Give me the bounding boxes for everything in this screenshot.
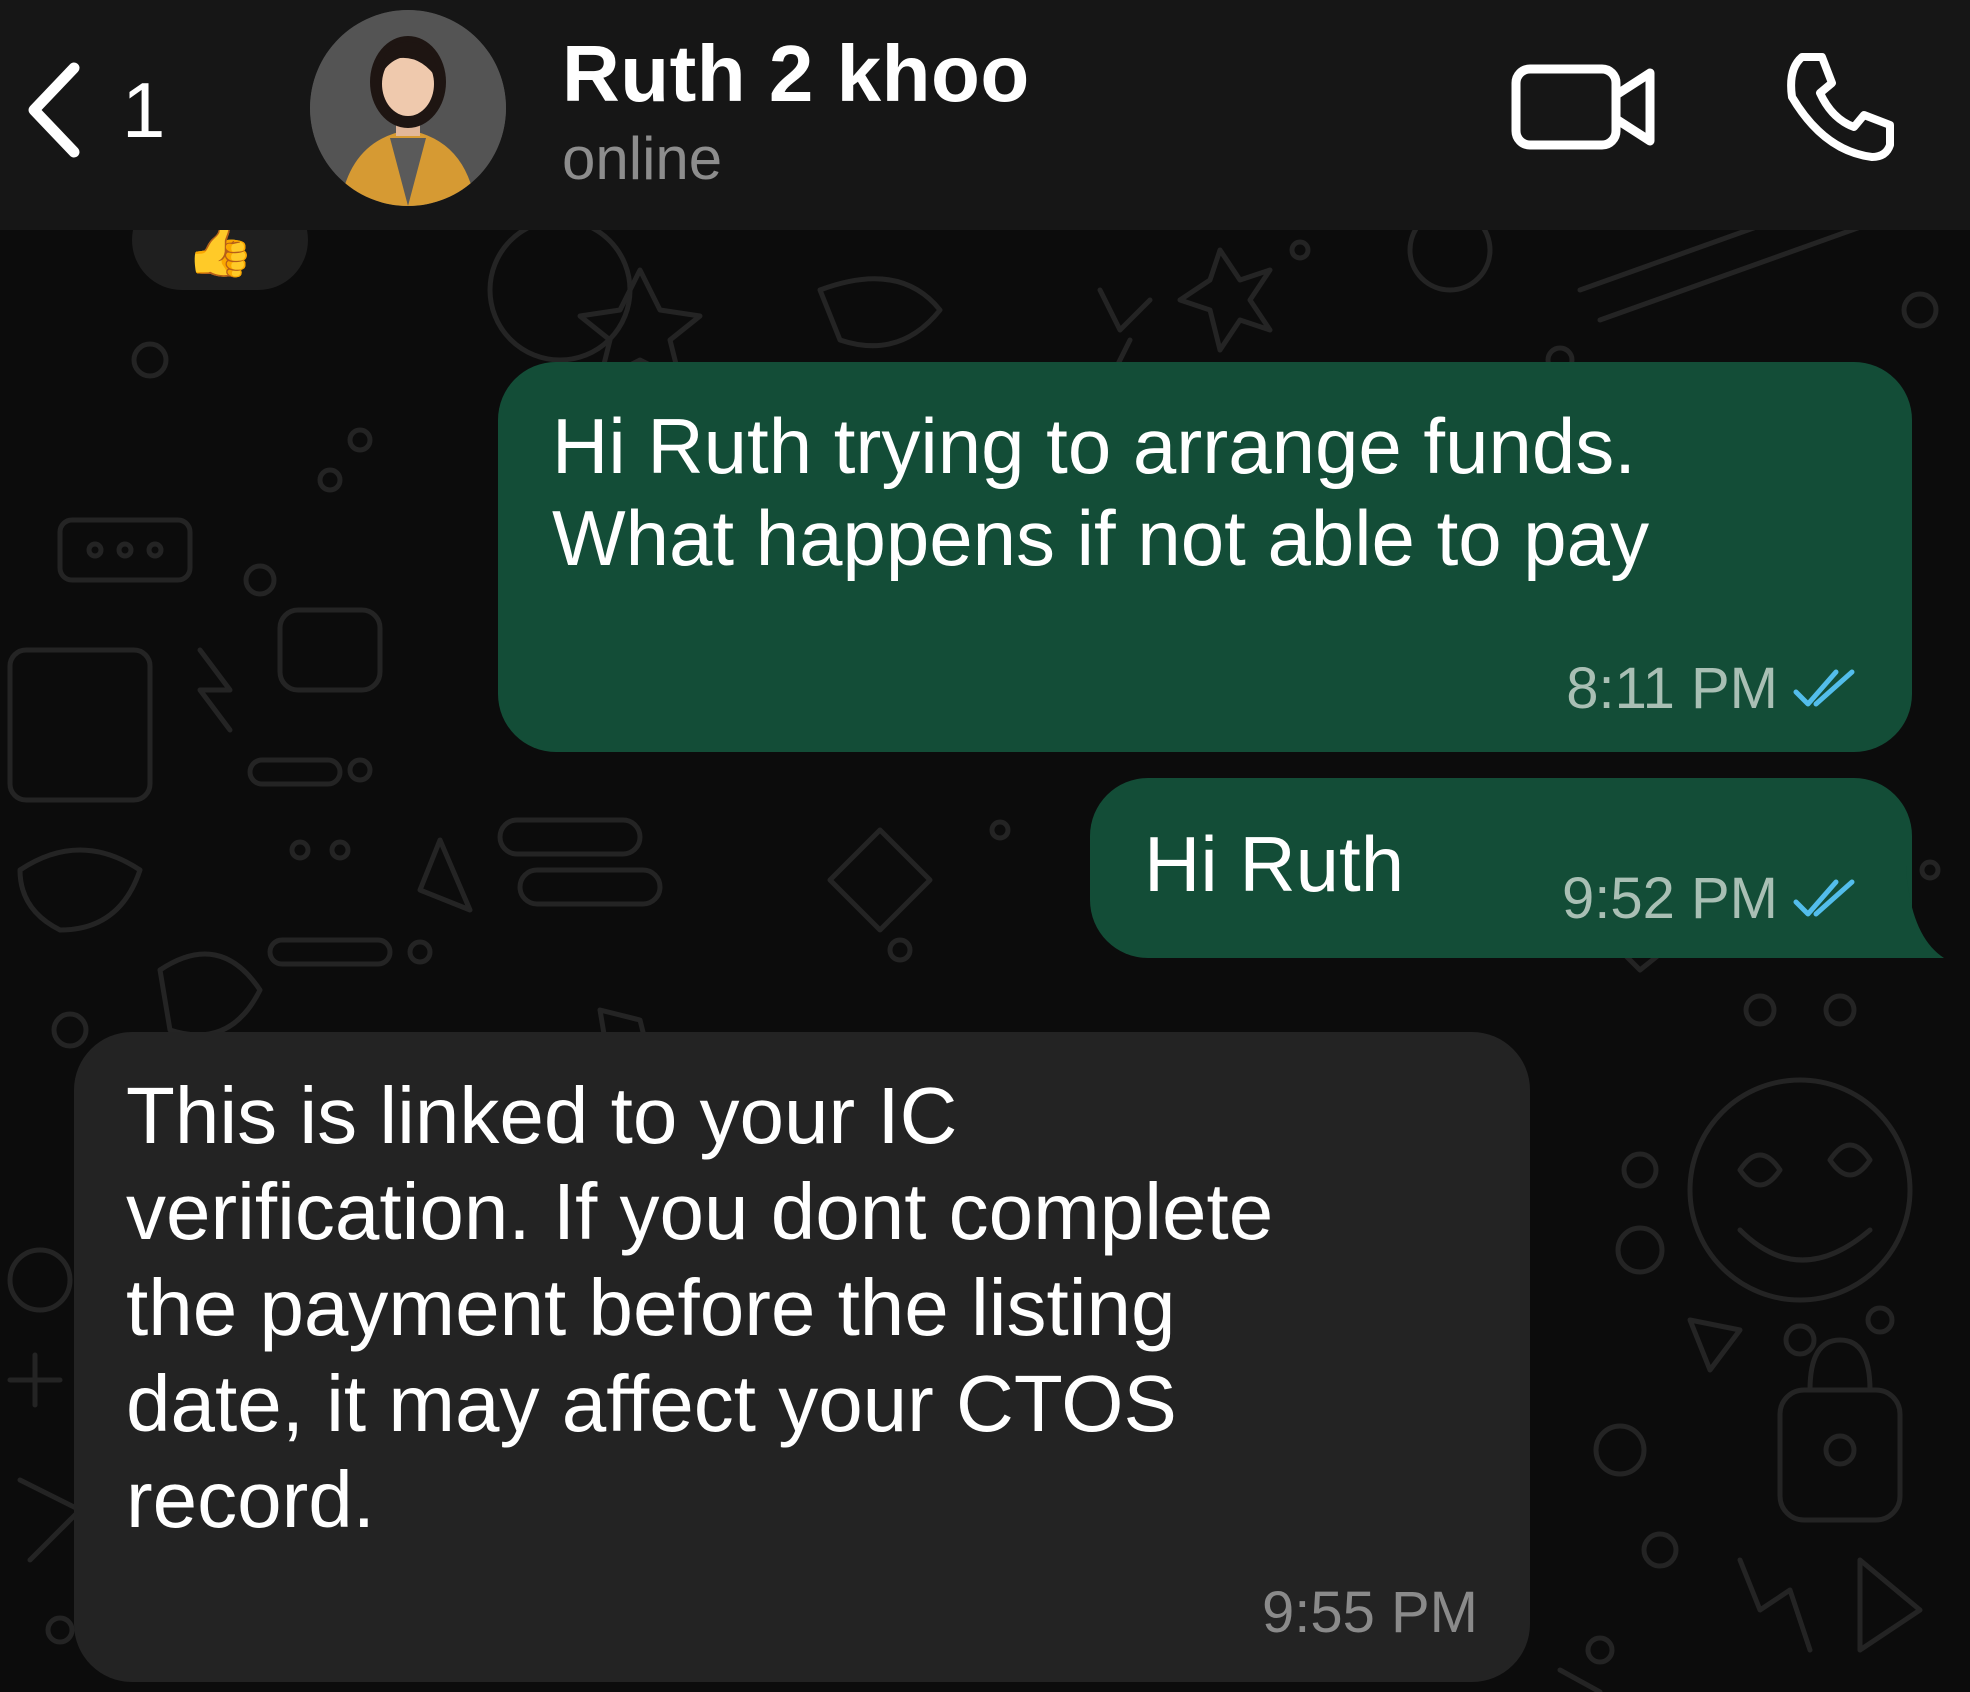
voice-call-button[interactable] <box>1780 45 1900 165</box>
avatar[interactable] <box>310 10 506 206</box>
phone-icon <box>1787 53 1894 161</box>
message-meta: 8:11 PM <box>1566 660 1862 718</box>
message-meta: 9:52 PM <box>1562 870 1862 928</box>
message-reaction[interactable]: 👍 <box>132 230 308 290</box>
message-incoming[interactable]: This is linked to your IC verification. … <box>74 1032 1530 1682</box>
unread-count: 1 <box>122 66 166 154</box>
chevron-left-icon <box>28 62 80 158</box>
message-time: 8:11 PM <box>1566 656 1778 721</box>
message-list[interactable]: 👍 Hi Ruth trying to arrange funds. What … <box>0 230 1970 1692</box>
video-call-button[interactable] <box>1510 55 1660 155</box>
chat-header: 1 Ruth 2 khoo online <box>0 0 1970 230</box>
message-outgoing[interactable]: Hi Ruth 9:52 PM <box>1090 778 1912 958</box>
back-button[interactable]: 1 <box>24 55 204 165</box>
message-text: Hi Ruth trying to arrange funds. What ha… <box>552 402 1650 583</box>
message-outgoing[interactable]: Hi Ruth trying to arrange funds. What ha… <box>498 362 1912 752</box>
message-time: 9:52 PM <box>1562 866 1778 931</box>
chat-screen: 1 Ruth 2 khoo online 👍 Hi Ruth trying to… <box>0 0 1970 1692</box>
message-text: This is linked to your IC verification. … <box>126 1071 1274 1544</box>
message-time: 9:55 PM <box>1262 1580 1478 1645</box>
bubble-tail <box>1880 866 1944 958</box>
thumbs-up-emoji: 👍 <box>185 230 255 279</box>
read-receipt-icon <box>1793 669 1855 707</box>
read-receipt-icon <box>1793 879 1855 917</box>
contact-name: Ruth 2 khoo <box>562 29 1030 118</box>
contact-info[interactable]: Ruth 2 khoo online <box>562 30 1030 192</box>
contact-status: online <box>562 125 723 192</box>
avatar-image <box>310 10 506 206</box>
message-meta: 9:55 PM <box>1262 1584 1478 1642</box>
video-camera-icon <box>1511 64 1655 150</box>
